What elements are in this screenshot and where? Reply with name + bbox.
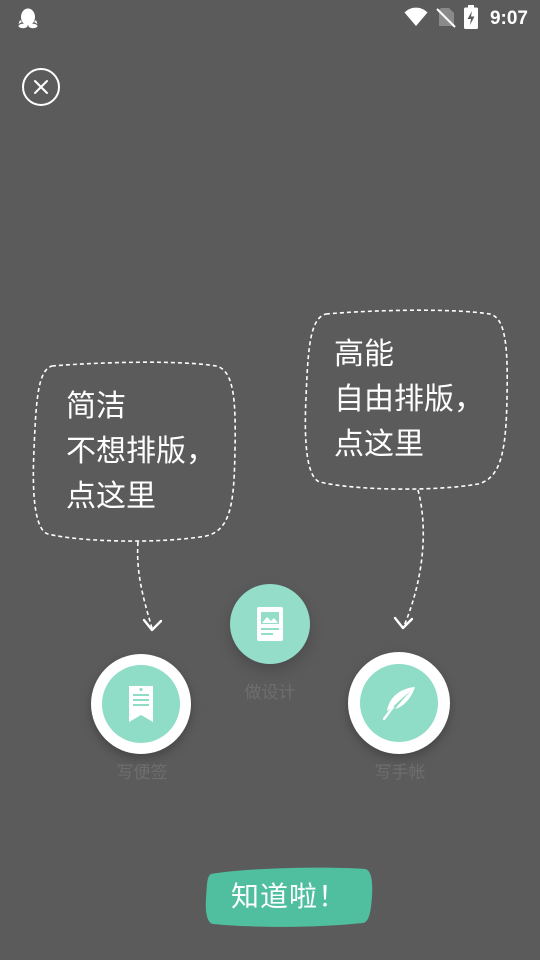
hint-bubble-simple: 简洁 不想排版， 点这里: [30, 360, 240, 542]
got-it-label: 知道啦！: [230, 880, 347, 913]
bookmark-note-icon: [129, 686, 153, 722]
design-button[interactable]: 做设计: [228, 584, 312, 703]
got-it-button[interactable]: 知道啦！: [205, 866, 373, 928]
bubble-line: 自由排版，: [334, 382, 484, 417]
note-button[interactable]: 写便签: [91, 654, 193, 784]
wifi-icon: [404, 7, 428, 31]
bubble-line: 简洁: [66, 389, 126, 424]
journal-button[interactable]: 写手帐: [348, 652, 452, 783]
arrow-down-icon: [136, 541, 163, 632]
tutorial-overlay: 9:07 简洁 不想排版， 点这里 高能 自由排版， 点这里 做设计 写便签 写…: [0, 0, 540, 960]
feather-icon: [382, 687, 415, 721]
battery-charging-icon: [463, 5, 478, 33]
status-bar: 9:07: [0, 0, 540, 38]
hint-bubble-advanced: 高能 自由排版， 点这里: [302, 308, 510, 490]
design-label: 做设计: [244, 683, 296, 703]
bubble-line: 不想排版，: [66, 434, 216, 469]
status-time: 9:07: [489, 8, 528, 29]
qq-penguin-icon: [17, 7, 39, 29]
arrow-down-icon: [393, 489, 425, 630]
no-sim-icon: [436, 6, 456, 32]
design-button-circle[interactable]: [230, 584, 310, 664]
close-button[interactable]: [22, 68, 60, 106]
journal-label: 写手帐: [374, 763, 426, 783]
image-document-icon: [257, 607, 283, 641]
bubble-text: 高能 自由排版， 点这里: [334, 332, 484, 467]
note-button-circle[interactable]: [102, 665, 180, 743]
note-label: 写便签: [116, 763, 168, 783]
close-icon: [34, 80, 48, 94]
bubble-text: 简洁 不想排版， 点这里: [66, 384, 216, 519]
bubble-line: 高能: [334, 337, 394, 372]
journal-button-circle[interactable]: [360, 664, 438, 742]
bubble-line: 点这里: [334, 427, 424, 462]
bubble-line: 点这里: [66, 479, 156, 514]
